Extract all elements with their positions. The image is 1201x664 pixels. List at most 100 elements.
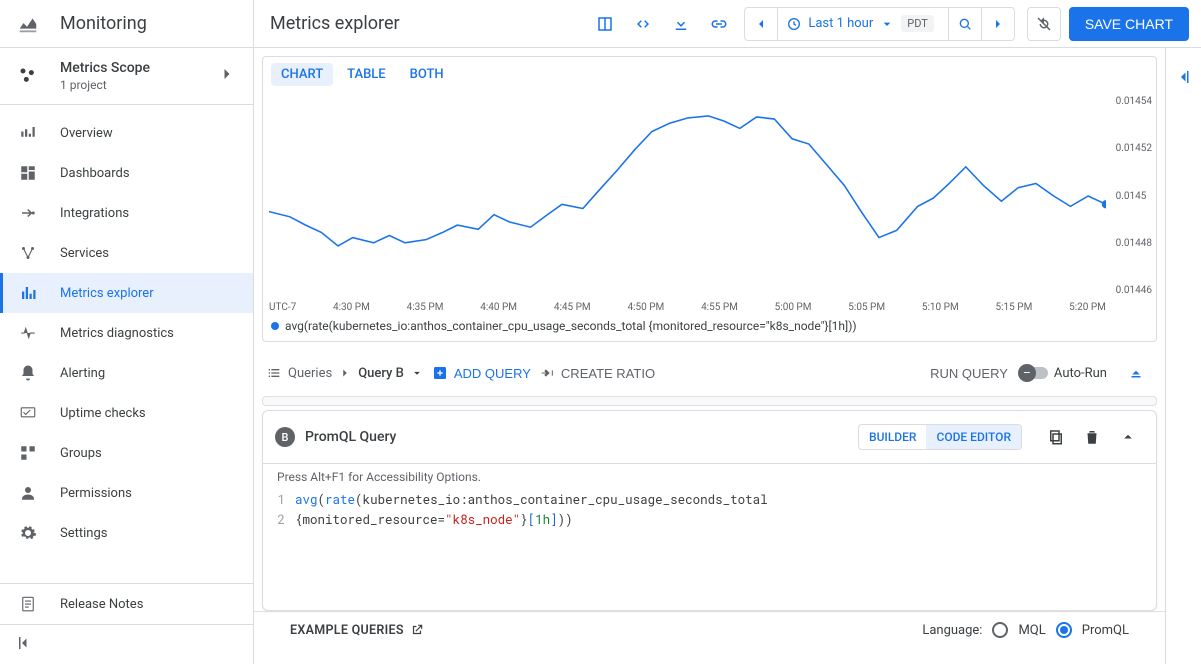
sidebar-item-metrics-diagnostics[interactable]: Metrics diagnostics xyxy=(0,313,253,353)
auto-refresh-off-button[interactable] xyxy=(1027,7,1061,41)
sidebar-item-services[interactable]: Services xyxy=(0,233,253,273)
page-title: Metrics explorer xyxy=(270,13,584,34)
scope-title: Metrics Scope xyxy=(60,60,217,76)
language-option-promql[interactable]: PromQL xyxy=(1082,623,1129,638)
time-prev-button[interactable] xyxy=(745,8,777,40)
diagnostics-icon xyxy=(16,324,40,342)
chart-plot[interactable]: 0.01454 0.01452 0.0145 0.01448 0.01446 xyxy=(263,92,1156,300)
delete-button[interactable] xyxy=(1076,421,1108,453)
layout-icon-button[interactable] xyxy=(588,7,622,41)
topbar: Metrics explorer Last 1 hour PDT xyxy=(254,0,1201,48)
sidebar-item-label: Release Notes xyxy=(60,597,143,612)
tab-both[interactable]: BOTH xyxy=(400,63,454,86)
auto-run-label: Auto-Run xyxy=(1054,366,1107,381)
external-link-icon xyxy=(410,623,424,637)
breadcrumb-root[interactable]: Queries xyxy=(288,366,332,381)
download-icon-button[interactable] xyxy=(664,7,698,41)
services-icon xyxy=(16,244,40,262)
time-range-button[interactable]: Last 1 hour PDT xyxy=(778,8,948,40)
save-chart-button[interactable]: SAVE CHART xyxy=(1069,7,1189,41)
time-zoom-button[interactable] xyxy=(949,8,981,40)
x-tick: 4:55 PM xyxy=(701,302,738,313)
sidebar-item-label: Metrics explorer xyxy=(60,286,154,301)
code-editor-tab[interactable]: CODE EDITOR xyxy=(926,425,1021,449)
sidebar-item-label: Uptime checks xyxy=(60,406,146,421)
caret-down-icon xyxy=(879,16,895,32)
collapse-panel-button[interactable] xyxy=(1112,421,1144,453)
x-axis-tz: UTC-7 xyxy=(269,302,296,313)
query-badge: B xyxy=(275,427,295,447)
sidebar-item-label: Groups xyxy=(60,446,102,461)
chart-container: CHART TABLE BOTH 0.01454 0.01452 0.0145 xyxy=(262,56,1157,342)
language-radio-promql[interactable] xyxy=(1056,622,1072,638)
legend-swatch-icon xyxy=(271,322,279,330)
sidebar-item-dashboards[interactable]: Dashboards xyxy=(0,153,253,193)
gear-icon xyxy=(16,524,40,542)
integrations-icon xyxy=(16,204,40,222)
x-tick: 5:20 PM xyxy=(1069,302,1106,313)
sidebar-item-permissions[interactable]: Permissions xyxy=(0,473,253,513)
sidebar-item-integrations[interactable]: Integrations xyxy=(0,193,253,233)
chart-legend[interactable]: avg(rate(kubernetes_io:anthos_container_… xyxy=(263,315,1156,341)
time-next-button[interactable] xyxy=(982,8,1014,40)
y-tick: 0.01454 xyxy=(1116,96,1152,107)
collapse-queries-button[interactable] xyxy=(1119,356,1153,390)
sidebar-item-label: Services xyxy=(60,246,109,261)
sidebar-item-groups[interactable]: Groups xyxy=(0,433,253,473)
scope-subtitle: 1 project xyxy=(60,78,217,92)
caret-down-icon[interactable] xyxy=(410,366,424,380)
chevron-right-icon xyxy=(338,366,352,380)
sidebar-item-label: Dashboards xyxy=(60,166,130,181)
editor-hint: Press Alt+F1 for Accessibility Options. xyxy=(263,464,1156,490)
sidebar-item-alerting[interactable]: Alerting xyxy=(0,353,253,393)
editor-mode-segmented: BUILDER CODE EDITOR xyxy=(858,424,1022,450)
sidebar-item-label: Metrics diagnostics xyxy=(60,326,174,341)
metrics-explorer-icon xyxy=(16,284,40,302)
code-editor-textarea[interactable]: 1avg(rate(kubernetes_io:anthos_container… xyxy=(263,490,1156,610)
run-query-button[interactable]: RUN QUERY xyxy=(930,366,1008,381)
sidebar-item-label: Alerting xyxy=(60,366,105,381)
sidebar-item-label: Permissions xyxy=(60,486,132,501)
x-tick: 4:45 PM xyxy=(554,302,591,313)
language-option-mql[interactable]: MQL xyxy=(1018,623,1045,638)
tab-chart[interactable]: CHART xyxy=(271,63,333,86)
add-query-button[interactable]: ADD QUERY xyxy=(432,365,531,381)
example-queries-link[interactable]: EXAMPLE QUERIES xyxy=(290,623,424,638)
copy-button[interactable] xyxy=(1040,421,1072,453)
sidebar-item-metrics-explorer[interactable]: Metrics explorer xyxy=(0,273,253,313)
sidebar-item-settings[interactable]: Settings xyxy=(0,513,253,553)
sidebar-item-uptime-checks[interactable]: Uptime checks xyxy=(0,393,253,433)
sidebar-item-label: Settings xyxy=(60,526,107,541)
plus-box-icon xyxy=(432,365,448,381)
bell-icon xyxy=(16,364,40,382)
expand-right-panel-button[interactable] xyxy=(1175,68,1193,664)
query-title: PromQL Query xyxy=(305,429,848,445)
breadcrumb-current[interactable]: Query B xyxy=(358,366,404,381)
builder-tab[interactable]: BUILDER xyxy=(859,425,926,449)
tab-table[interactable]: TABLE xyxy=(337,63,396,86)
overview-icon xyxy=(16,124,40,142)
code-icon-button[interactable] xyxy=(626,7,660,41)
sidebar-item-label: Overview xyxy=(60,126,113,141)
x-tick: 4:50 PM xyxy=(627,302,664,313)
groups-icon xyxy=(16,444,40,462)
x-tick: 5:15 PM xyxy=(996,302,1033,313)
sidebar-collapse-button[interactable] xyxy=(0,624,253,664)
auto-run-toggle[interactable]: – Auto-Run xyxy=(1020,366,1107,381)
metrics-scope-selector[interactable]: Metrics Scope 1 project xyxy=(0,48,253,105)
create-ratio-button[interactable]: CREATE RATIO xyxy=(539,365,655,381)
timezone-chip[interactable]: PDT xyxy=(901,15,934,32)
link-icon-button[interactable] xyxy=(702,7,736,41)
sidebar-item-label: Integrations xyxy=(60,206,129,221)
y-tick: 0.01446 xyxy=(1116,285,1152,296)
time-range-label: Last 1 hour xyxy=(808,16,873,31)
uptime-icon xyxy=(16,404,40,422)
ratio-icon xyxy=(539,365,555,381)
product-name: Monitoring xyxy=(60,13,147,34)
sidebar-item-overview[interactable]: Overview xyxy=(0,113,253,153)
language-radio-mql[interactable] xyxy=(992,622,1008,638)
x-tick: 4:30 PM xyxy=(333,302,370,313)
y-tick: 0.01448 xyxy=(1116,238,1152,249)
legend-label: avg(rate(kubernetes_io:anthos_container_… xyxy=(285,319,857,333)
sidebar-item-release-notes[interactable]: Release Notes xyxy=(0,584,253,624)
